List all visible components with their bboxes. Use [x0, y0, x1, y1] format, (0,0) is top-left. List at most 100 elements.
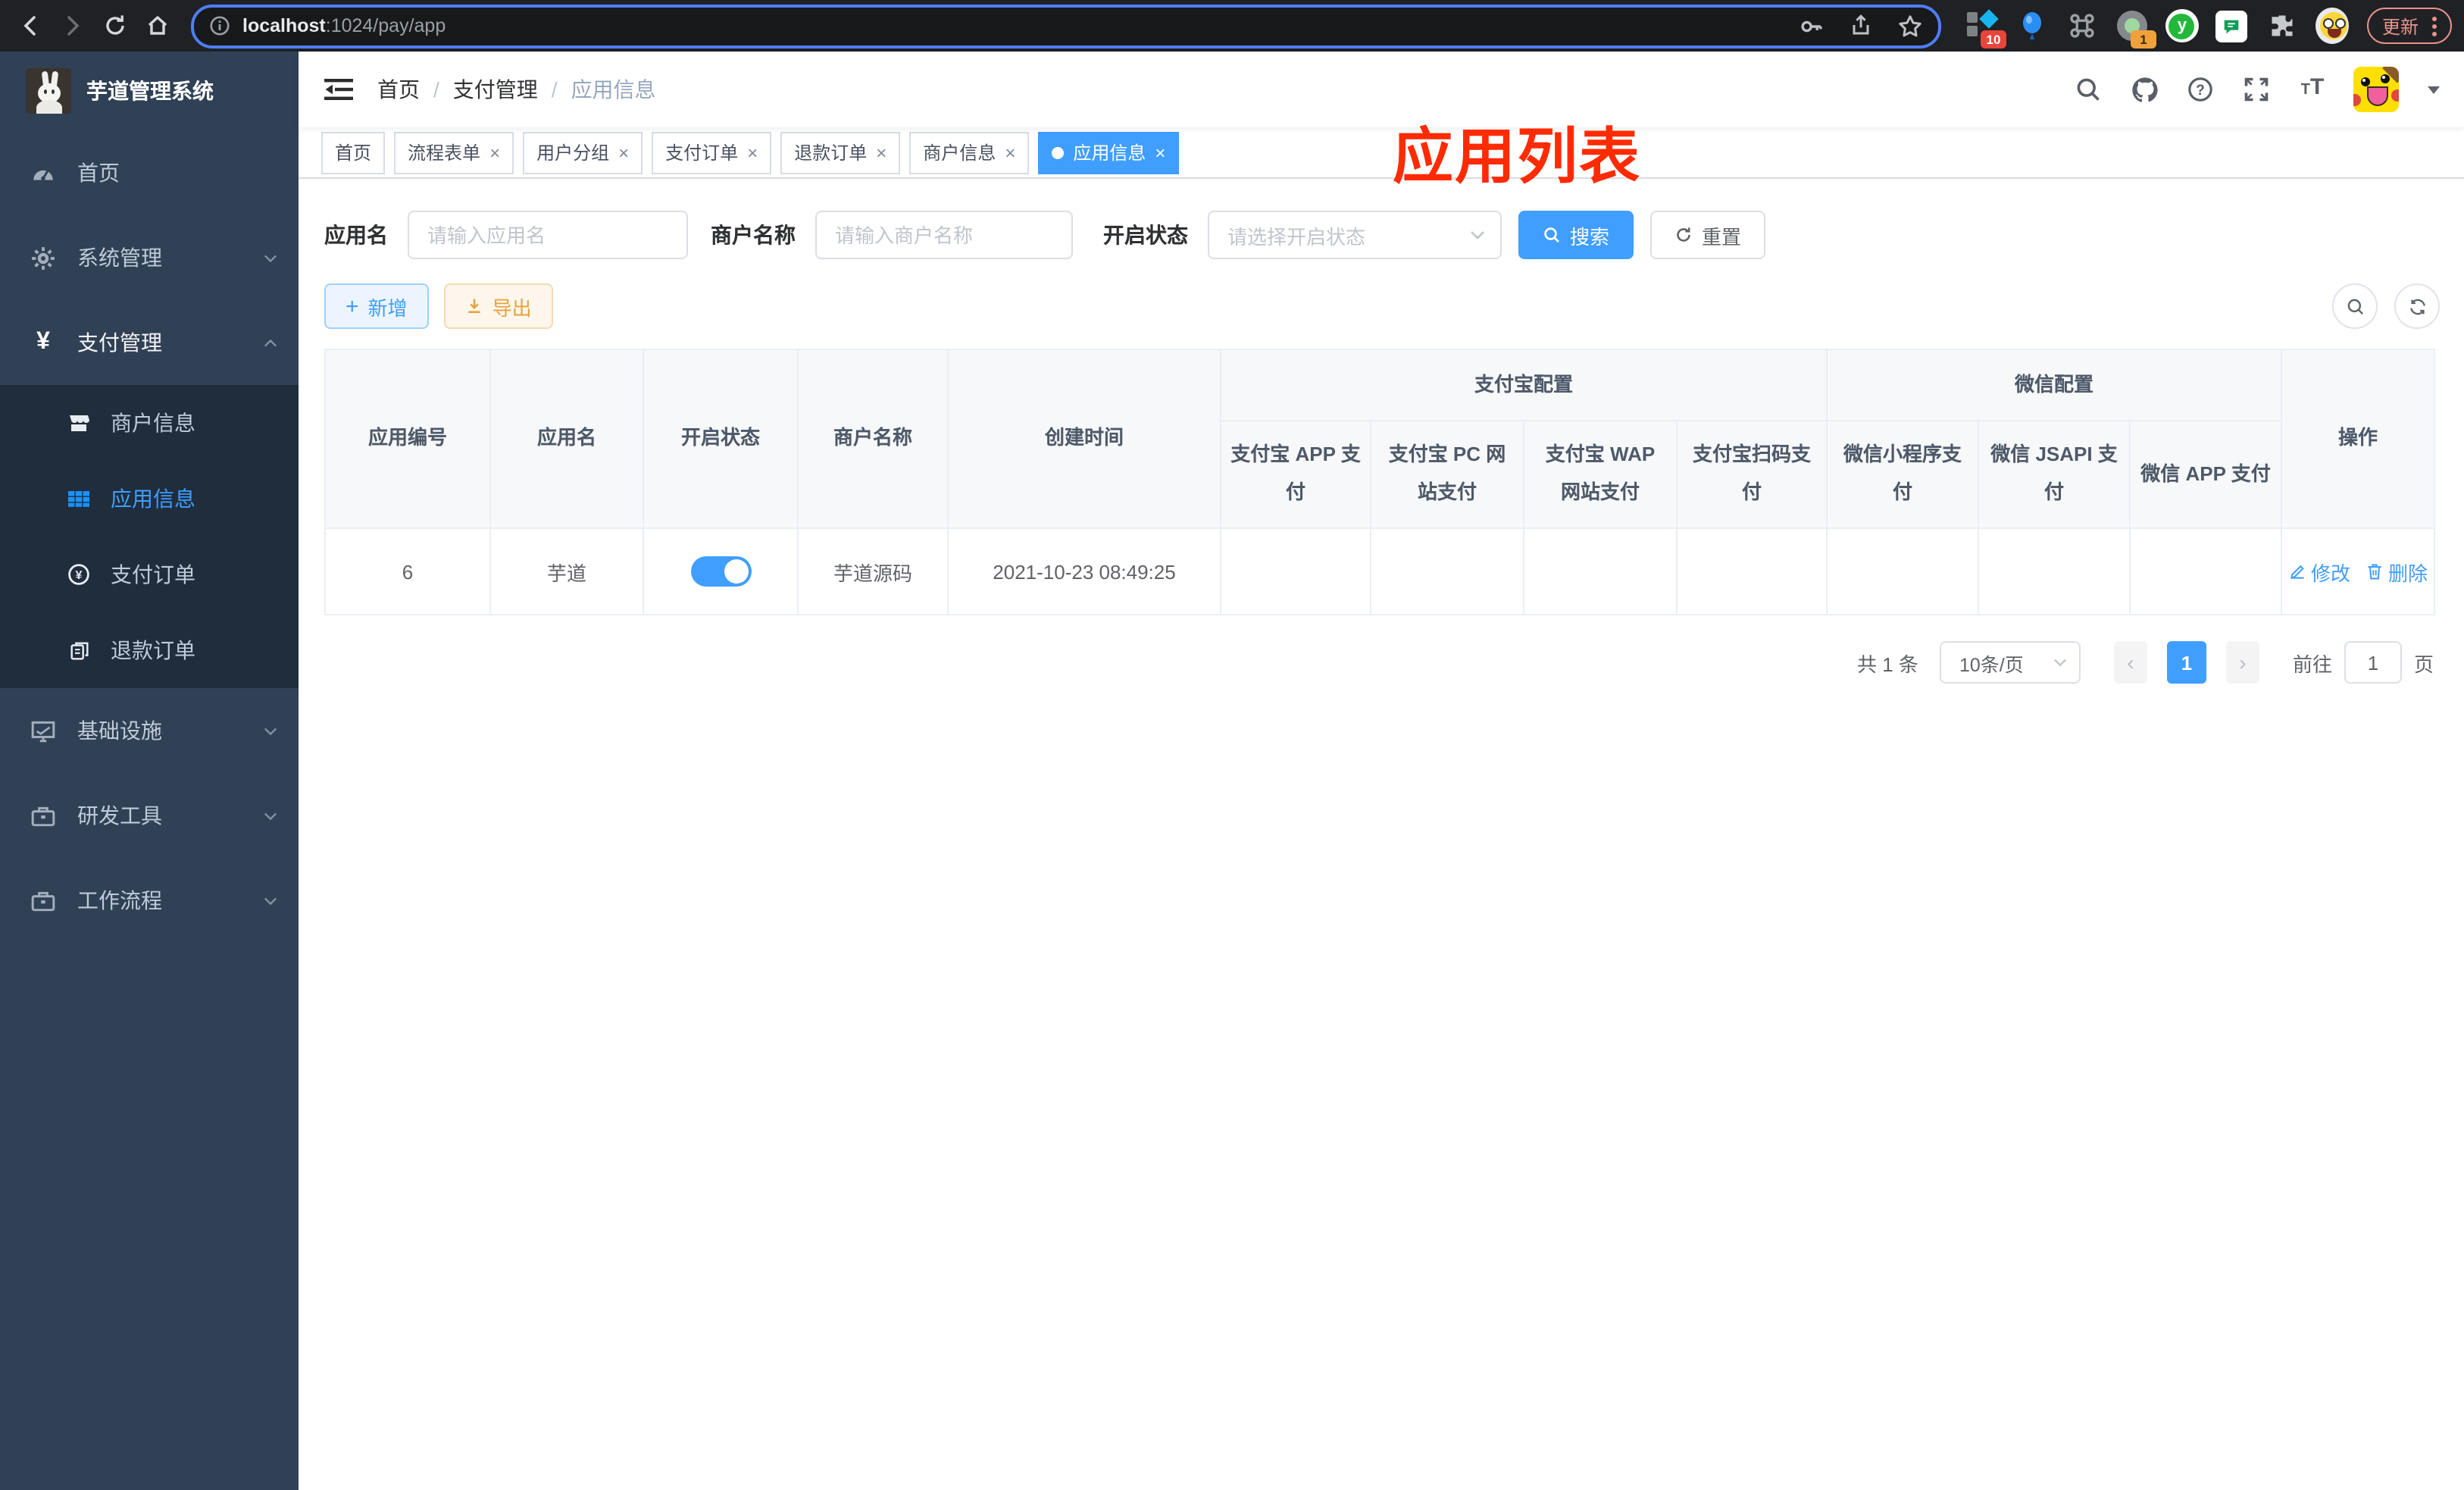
- tab-merchant-info[interactable]: 商户信息 ×: [909, 131, 1030, 174]
- sidebar-item-app-info[interactable]: 应用信息: [0, 461, 299, 537]
- extension-balloon-icon[interactable]: [2015, 9, 2049, 42]
- sidebar-collapse-icon[interactable]: [323, 74, 353, 105]
- tab-refund-order[interactable]: 退款订单 ×: [780, 131, 901, 174]
- extension-command-icon[interactable]: [2065, 9, 2099, 42]
- password-key-icon[interactable]: [1799, 13, 1825, 39]
- status-select[interactable]: 请选择开启状态: [1208, 211, 1502, 259]
- chrome-update-button[interactable]: 更新: [2366, 8, 2452, 44]
- sidebar-item-pay-order[interactable]: ¥ 支付订单: [0, 537, 299, 612]
- browser-toolbar: localhost:1024/pay/app 10 1 y 更新: [0, 0, 2464, 52]
- close-icon[interactable]: ×: [1155, 142, 1165, 163]
- sidebar-item-home[interactable]: 首页: [0, 130, 299, 215]
- close-icon[interactable]: ×: [489, 142, 500, 163]
- tab-home[interactable]: 首页: [321, 131, 386, 174]
- plus-icon: +: [346, 293, 359, 319]
- back-icon[interactable]: [12, 8, 48, 44]
- export-button[interactable]: 导出: [443, 283, 553, 329]
- sidebar-item-refund-order[interactable]: 退款订单: [0, 612, 299, 688]
- sidebar-item-label: 支付订单: [111, 562, 195, 587]
- url-text[interactable]: localhost:1024/pay/app: [242, 15, 446, 36]
- user-avatar[interactable]: [2353, 67, 2399, 112]
- goto-page-input[interactable]: [2344, 641, 2402, 684]
- site-info-icon[interactable]: [209, 15, 230, 36]
- col-group-wechat: 微信配置: [1826, 349, 2283, 421]
- delete-link[interactable]: 删除: [2366, 557, 2428, 586]
- avatar-caret-icon[interactable]: [2428, 86, 2440, 93]
- grid-table-icon: [67, 487, 91, 511]
- sidebar-item-pay[interactable]: ¥ 支付管理: [0, 300, 299, 385]
- toolbox-icon: [30, 887, 56, 913]
- sidebar-item-infra[interactable]: 基础设施: [0, 688, 299, 773]
- forward-icon[interactable]: [55, 8, 91, 44]
- close-icon[interactable]: ×: [618, 142, 629, 163]
- svg-text:?: ?: [2196, 83, 2205, 99]
- github-icon[interactable]: [2129, 74, 2159, 105]
- tab-app-info-active[interactable]: 应用信息 ×: [1038, 131, 1180, 174]
- col-app-id: 应用编号: [324, 349, 491, 529]
- show-search-button[interactable]: [2332, 283, 2378, 329]
- refresh-button[interactable]: [2394, 283, 2440, 329]
- svg-text:¥: ¥: [76, 569, 83, 582]
- fullscreen-icon[interactable]: [2241, 74, 2272, 105]
- chevron-down-icon: [1471, 231, 1484, 239]
- enable-toggle[interactable]: [690, 556, 751, 587]
- close-icon[interactable]: ×: [747, 142, 758, 163]
- col-actions: 操作: [2281, 349, 2436, 529]
- sidebar-item-workflow[interactable]: 工作流程: [0, 858, 299, 943]
- extensions-puzzle-icon[interactable]: [2265, 9, 2299, 42]
- extension-blue-diamond-icon[interactable]: 10: [1965, 9, 2006, 49]
- browser-profile-avatar[interactable]: [2315, 8, 2349, 44]
- col-wx-app: 微信 APP 支付: [2129, 420, 2283, 529]
- add-button[interactable]: + 新增: [324, 283, 429, 329]
- col-alipay-wap: 支付宝 WAP 网站支付: [1523, 420, 1678, 529]
- bookmark-star-icon[interactable]: [1897, 13, 1923, 39]
- breadcrumb-home[interactable]: 首页: [377, 74, 420, 105]
- app-name-input[interactable]: [408, 211, 688, 259]
- tab-user-group[interactable]: 用户分组 ×: [523, 131, 643, 174]
- font-size-icon[interactable]: TT: [2297, 74, 2328, 105]
- search-button[interactable]: 搜索: [1518, 211, 1634, 259]
- toolbox-icon: [30, 803, 56, 828]
- sidebar-menu: 首页 系统管理 ¥ 支付管理 商户信息 应用信息 ¥ 支付订单 退款订单 基础设…: [0, 130, 299, 1490]
- close-icon[interactable]: ×: [1005, 142, 1015, 163]
- chevron-down-icon: [264, 724, 277, 737]
- address-bar[interactable]: localhost:1024/pay/app: [191, 4, 1941, 48]
- search-icon[interactable]: [2073, 74, 2103, 105]
- help-icon[interactable]: ?: [2185, 74, 2215, 105]
- extension-y-icon[interactable]: y: [2165, 9, 2199, 42]
- page-size-select[interactable]: 10条/页: [1939, 641, 2081, 684]
- cell-merchant: 芋道源码: [797, 527, 949, 615]
- close-icon[interactable]: ×: [876, 142, 886, 163]
- breadcrumb-pay[interactable]: 支付管理: [453, 74, 538, 105]
- reload-icon[interactable]: [97, 8, 133, 44]
- sidebar-item-system[interactable]: 系统管理: [0, 215, 299, 300]
- search-icon: [1544, 227, 1559, 243]
- total-count: 共 1 条: [1857, 653, 1918, 675]
- tab-process-form[interactable]: 流程表单 ×: [394, 131, 514, 174]
- extension-chat-icon[interactable]: [2215, 9, 2249, 42]
- tab-pay-order[interactable]: 支付订单 ×: [652, 131, 772, 174]
- refresh-icon: [2409, 298, 2425, 315]
- prev-page-button[interactable]: ‹: [2113, 641, 2147, 684]
- page-number-1[interactable]: 1: [2166, 641, 2206, 684]
- sidebar-item-dev-tools[interactable]: 研发工具: [0, 773, 299, 858]
- next-page-button[interactable]: ›: [2225, 641, 2259, 684]
- chevron-down-icon: [264, 809, 277, 822]
- share-icon[interactable]: [1849, 14, 1873, 38]
- extension-recorder-icon[interactable]: 1: [2115, 9, 2156, 49]
- sidebar-item-label: 支付管理: [77, 330, 162, 355]
- reset-button[interactable]: 重置: [1650, 211, 1766, 259]
- sidebar-item-label: 系统管理: [77, 246, 162, 270]
- sidebar-item-merchant-info[interactable]: 商户信息: [0, 385, 299, 461]
- merchant-name-input[interactable]: [815, 211, 1073, 259]
- extension-badge: 1: [2130, 30, 2156, 49]
- browser-menu-icon[interactable]: [2432, 16, 2437, 36]
- home-icon[interactable]: [139, 8, 176, 44]
- sidebar-logo[interactable]: 芋道管理系统: [0, 52, 299, 130]
- col-alipay-app: 支付宝 APP 支付: [1220, 420, 1371, 529]
- pagination: 共 1 条 10条/页 ‹ 1 › 前往 页: [324, 641, 2434, 684]
- active-dot: [1052, 146, 1065, 158]
- edit-link[interactable]: 修改: [2288, 557, 2350, 586]
- cell-created: 2021-10-23 08:49:25: [947, 527, 1221, 615]
- sidebar-item-label: 基础设施: [77, 718, 162, 743]
